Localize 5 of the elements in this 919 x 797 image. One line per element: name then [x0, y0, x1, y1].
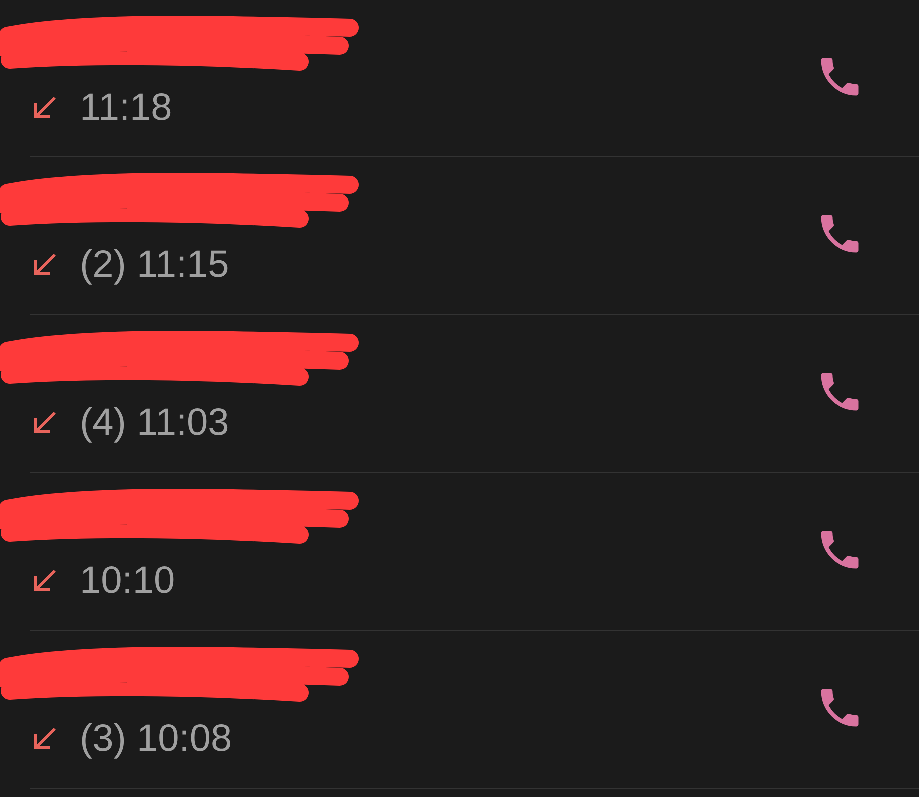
call-detail: 11:18	[80, 88, 172, 128]
call-detail: (3) 10:08	[80, 719, 232, 759]
call-detail: 10:10	[80, 561, 176, 601]
call-detail: (4) 11:03	[80, 403, 230, 443]
call-detail: (2) 11:15	[80, 245, 230, 285]
